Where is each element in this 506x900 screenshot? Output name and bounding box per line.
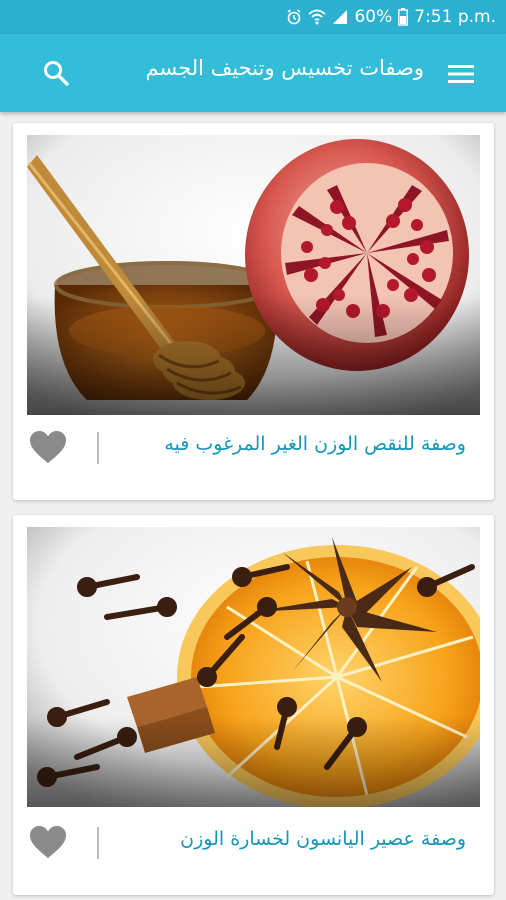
search-button[interactable]	[40, 57, 72, 89]
clock-time: 7:51 p.m.	[414, 7, 496, 27]
card-footer: وصفة عصير اليانسون لخسارة الوزن	[13, 799, 494, 895]
signal-icon	[332, 9, 348, 25]
battery-icon	[398, 8, 409, 26]
alarm-icon	[286, 9, 302, 25]
heart-icon	[30, 826, 66, 858]
favorite-button[interactable]	[29, 430, 69, 466]
hamburger-menu-icon	[448, 65, 474, 83]
divider	[97, 432, 99, 464]
menu-button[interactable]	[446, 59, 476, 89]
recipe-card[interactable]: وصفة عصير اليانسون لخسارة الوزن	[13, 515, 494, 895]
card-title[interactable]: وصفة عصير اليانسون لخسارة الوزن	[180, 828, 466, 850]
wifi-icon	[308, 9, 327, 25]
honey-and-pomegranate-photo[interactable]	[27, 135, 480, 415]
favorite-button[interactable]	[29, 825, 69, 861]
battery-percent: 60%	[354, 7, 393, 27]
orange-star-anise-cloves-photo[interactable]	[27, 527, 480, 807]
card-title[interactable]: وصفة للنقص الوزن الغير المرغوب فيه	[164, 433, 466, 455]
recipe-card[interactable]: وصفة للنقص الوزن الغير المرغوب فيه	[13, 123, 494, 500]
status-bar: 60% 7:51 p.m.	[0, 0, 506, 34]
divider	[97, 827, 99, 859]
app-bar: وصفات تخسيس وتنحيف الجسم	[0, 34, 506, 112]
app-title: وصفات تخسيس وتنحيف الجسم	[145, 56, 425, 80]
card-footer: وصفة للنقص الوزن الغير المرغوب فيه	[13, 404, 494, 500]
heart-icon	[30, 431, 66, 463]
search-icon	[44, 61, 69, 86]
